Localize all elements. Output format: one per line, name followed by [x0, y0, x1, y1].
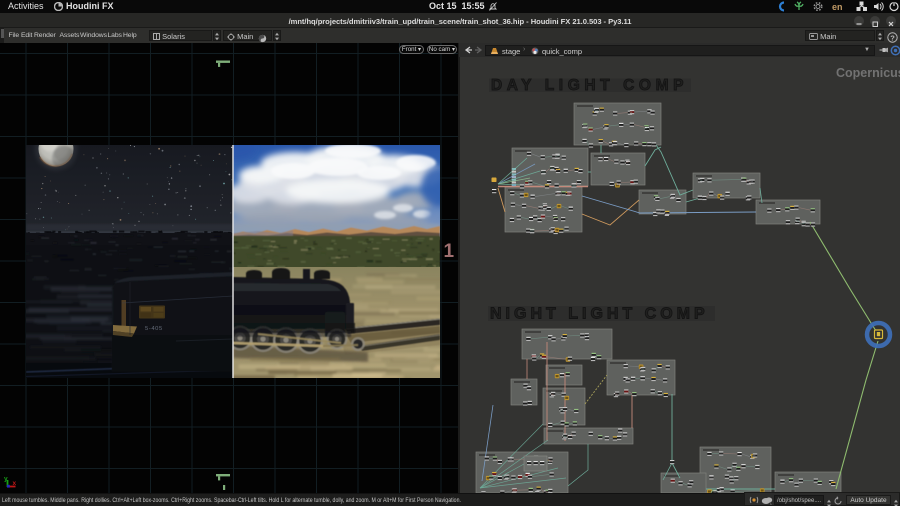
svg-text:DAY LIGHT COMP: DAY LIGHT COMP — [491, 77, 688, 94]
svg-text:en: en — [832, 2, 843, 12]
svg-text:y: y — [4, 476, 8, 483]
svg-text:1: 1 — [444, 241, 455, 262]
svg-text:?: ? — [890, 33, 895, 42]
svg-text:Copernicus: Copernicus — [836, 66, 900, 80]
svg-text:NIGHT LIGHT COMP: NIGHT LIGHT COMP — [490, 306, 709, 323]
svg-text:x: x — [13, 480, 17, 487]
